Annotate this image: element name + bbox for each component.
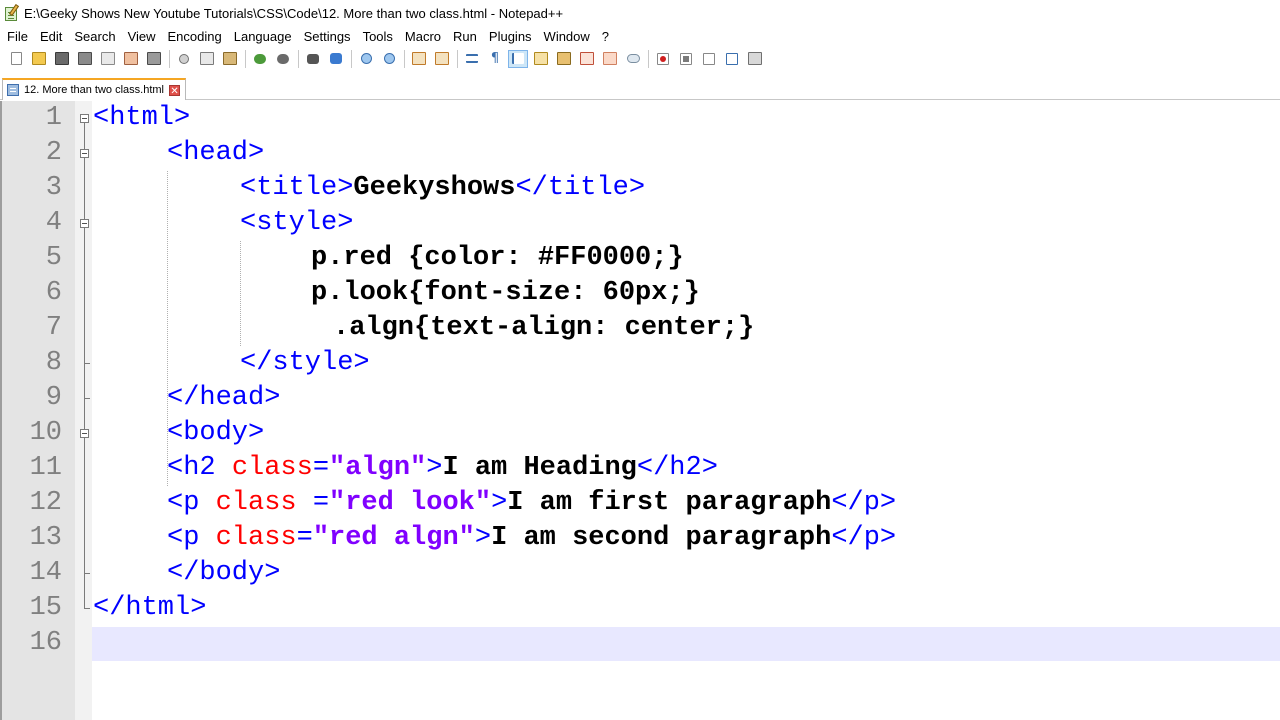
folder-workspace-icon[interactable] [600, 50, 620, 68]
fold-head-icon[interactable] [80, 149, 89, 158]
fold-style-icon[interactable] [80, 219, 89, 228]
line-number: 16 [29, 628, 62, 658]
code-line-9: </head> [167, 383, 281, 413]
code-line-12: <p class ="red look">I am first paragrap… [167, 488, 897, 518]
indent-guide [240, 241, 241, 346]
record-macro-icon[interactable] [653, 50, 673, 68]
line-number: 6 [45, 278, 62, 308]
playback-icon[interactable] [699, 50, 719, 68]
doc-map-icon[interactable] [554, 50, 574, 68]
zoom-in-icon[interactable] [356, 50, 376, 68]
line-number: 4 [45, 208, 62, 238]
code-line-8: </style> [240, 348, 370, 378]
menu-bar: File Edit Search View Encoding Language … [0, 26, 1280, 46]
document-saved-icon [7, 84, 19, 96]
show-all-chars-icon[interactable]: ¶ [485, 50, 505, 68]
menu-encoding[interactable]: Encoding [162, 29, 228, 44]
stop-record-icon[interactable] [676, 50, 696, 68]
word-wrap-icon[interactable] [462, 50, 482, 68]
fold-body-icon[interactable] [80, 429, 89, 438]
menu-file[interactable]: File [0, 29, 34, 44]
code-line-5: p.red {color: #FF0000;} [311, 243, 684, 273]
toolbar: ¶ [0, 46, 1280, 71]
code-line-7: .algn{text-align: center;} [333, 313, 755, 343]
line-number: 10 [29, 418, 62, 448]
line-number: 13 [29, 523, 62, 553]
run-macro-multiple-icon[interactable] [722, 50, 742, 68]
redo-icon[interactable] [273, 50, 293, 68]
menu-plugins[interactable]: Plugins [483, 29, 538, 44]
tab-document[interactable]: 12. More than two class.html ✕ [2, 78, 186, 100]
current-line-highlight [92, 627, 1280, 661]
notepad-plus-plus-icon [4, 3, 20, 22]
menu-language[interactable]: Language [228, 29, 298, 44]
menu-run[interactable]: Run [447, 29, 483, 44]
menu-help[interactable]: ? [596, 29, 615, 44]
code-line-1: <html> [93, 103, 191, 133]
menu-edit[interactable]: Edit [34, 29, 68, 44]
code-line-2: <head> [167, 138, 265, 168]
code-line-3: <title>Geekyshows</title> [240, 173, 646, 203]
line-number: 5 [45, 243, 62, 273]
code-line-14: </body> [167, 558, 281, 588]
line-number: 1 [45, 103, 62, 133]
line-number: 14 [29, 558, 62, 588]
new-file-icon[interactable] [6, 50, 26, 68]
code-line-4: <style> [240, 208, 354, 238]
tab-bar: 12. More than two class.html ✕ [0, 74, 1280, 100]
window-title: E:\Geeky Shows New Youtube Tutorials\CSS… [24, 5, 564, 21]
menu-view[interactable]: View [122, 29, 162, 44]
line-number: 12 [29, 488, 62, 518]
copy-icon[interactable] [197, 50, 217, 68]
code-line-15: </html> [93, 593, 207, 623]
save-all-icon[interactable] [75, 50, 95, 68]
line-number: 11 [29, 453, 62, 483]
menu-window[interactable]: Window [538, 29, 596, 44]
line-number: 9 [45, 383, 62, 413]
cut-icon[interactable] [174, 50, 194, 68]
code-line-11: <h2 class="algn">I am Heading</h2> [167, 453, 718, 483]
line-number: 3 [45, 173, 62, 203]
function-list-icon[interactable] [577, 50, 597, 68]
save-macro-icon[interactable] [745, 50, 765, 68]
sync-vertical-icon[interactable] [409, 50, 429, 68]
line-number: 7 [45, 313, 62, 343]
indent-guide-icon[interactable] [508, 49, 528, 68]
close-all-icon[interactable] [121, 50, 141, 68]
title-bar: E:\Geeky Shows New Youtube Tutorials\CSS… [0, 0, 1280, 26]
menu-tools[interactable]: Tools [357, 29, 399, 44]
undo-icon[interactable] [250, 50, 270, 68]
menu-macro[interactable]: Macro [399, 29, 447, 44]
save-icon[interactable] [52, 50, 72, 68]
line-number: 15 [29, 593, 62, 623]
open-file-icon[interactable] [29, 50, 49, 68]
tab-label: 12. More than two class.html [24, 84, 165, 96]
code-line-10: <body> [167, 418, 265, 448]
replace-icon[interactable] [326, 50, 346, 68]
print-icon[interactable] [144, 50, 164, 68]
menu-search[interactable]: Search [68, 29, 121, 44]
editor[interactable]: 1 2 3 4 5 6 7 8 9 10 11 12 13 14 15 16 <… [0, 101, 1280, 720]
code-line-6: p.look{font-size: 60px;} [311, 278, 700, 308]
monitoring-icon[interactable] [623, 50, 643, 68]
zoom-out-icon[interactable] [379, 50, 399, 68]
code-line-13: <p class="red algn">I am second paragrap… [167, 523, 897, 553]
close-icon[interactable] [98, 50, 118, 68]
line-number: 2 [45, 138, 62, 168]
line-number: 8 [45, 348, 62, 378]
tab-close-icon[interactable]: ✕ [169, 84, 181, 97]
menu-settings[interactable]: Settings [298, 29, 357, 44]
fold-html-icon[interactable] [80, 114, 89, 123]
sync-horizontal-icon[interactable] [432, 50, 452, 68]
paste-icon[interactable] [220, 50, 240, 68]
user-defined-lang-icon[interactable] [531, 50, 551, 68]
find-icon[interactable] [303, 50, 323, 68]
